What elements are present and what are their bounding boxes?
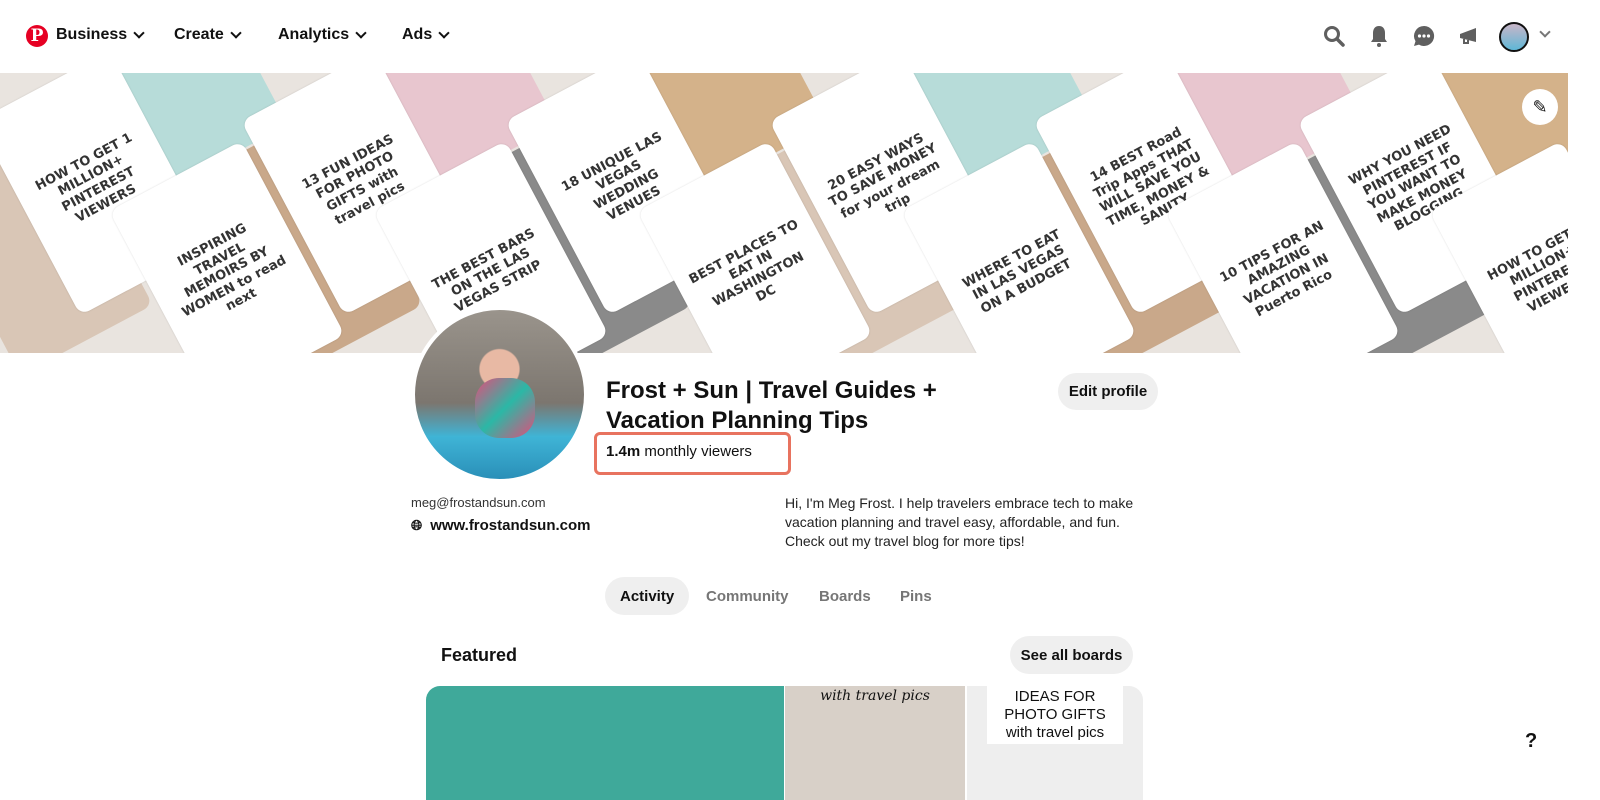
account-chevron-down-icon[interactable] (1539, 26, 1551, 38)
help-button[interactable]: ? (1525, 730, 1537, 753)
tab-pins[interactable]: Pins (900, 577, 932, 615)
top-nav: P Business Create Analytics Ads (0, 0, 1600, 72)
pencil-icon: ✎ (1532, 96, 1548, 117)
card-text: IDEAS FOR PHOTO GIFTS with travel pics (987, 686, 1123, 744)
nav-label: Ads (402, 26, 433, 43)
website-link[interactable]: www.frostandsun.com (430, 517, 590, 534)
globe-icon: 🌐︎ (411, 517, 423, 533)
nav-create[interactable]: Create (174, 26, 242, 44)
avatar[interactable] (1499, 22, 1529, 52)
nav-label: Create (174, 26, 224, 43)
card-text: with travel pics (820, 688, 930, 704)
nav-business[interactable]: Business (56, 26, 145, 44)
tab-community[interactable]: Community (706, 577, 789, 615)
profile-website[interactable]: 🌐︎ www.frostandsun.com (411, 517, 591, 534)
monthly-viewers: 1.4m monthly viewers (606, 443, 752, 460)
see-all-boards-button[interactable]: See all boards (1010, 636, 1133, 674)
chevron-down-icon (133, 26, 145, 39)
nav-label: Business (56, 26, 128, 43)
profile-email: meg@frostandsun.com (411, 495, 546, 510)
chevron-down-icon (355, 26, 367, 39)
megaphone-icon[interactable] (1457, 24, 1481, 48)
nav-ads[interactable]: Ads (402, 26, 450, 44)
tab-boards[interactable]: Boards (819, 577, 871, 615)
featured-board-card[interactable]: with travel pics (785, 686, 965, 800)
pinterest-logo-icon[interactable]: P (26, 25, 48, 47)
viewers-label: monthly viewers (644, 443, 752, 460)
featured-board-card[interactable]: IDEAS FOR PHOTO GIFTS with travel pics (967, 686, 1143, 800)
profile-name: Frost + Sun | Travel Guides + Vacation P… (606, 377, 937, 434)
bell-icon[interactable] (1367, 24, 1391, 48)
edit-profile-button[interactable]: Edit profile (1058, 373, 1158, 410)
nav-analytics[interactable]: Analytics (278, 26, 367, 44)
tab-activity[interactable]: Activity (605, 577, 690, 615)
cover-image: HOW TO GET 1 MILLION+ PINTEREST VIEWERS I… (0, 73, 1568, 353)
profile-avatar (411, 306, 588, 483)
chevron-down-icon (230, 26, 242, 39)
viewers-count: 1.4m (606, 443, 641, 460)
edit-cover-button[interactable]: ✎ (1522, 89, 1558, 125)
profile-bio: Hi, I'm Meg Frost. I help travelers embr… (785, 495, 1134, 549)
messages-icon[interactable] (1412, 24, 1436, 48)
nav-label: Analytics (278, 26, 350, 43)
chevron-down-icon (438, 26, 450, 39)
search-icon[interactable] (1322, 24, 1346, 48)
featured-heading: Featured (441, 645, 518, 665)
featured-board-card[interactable] (426, 686, 784, 800)
